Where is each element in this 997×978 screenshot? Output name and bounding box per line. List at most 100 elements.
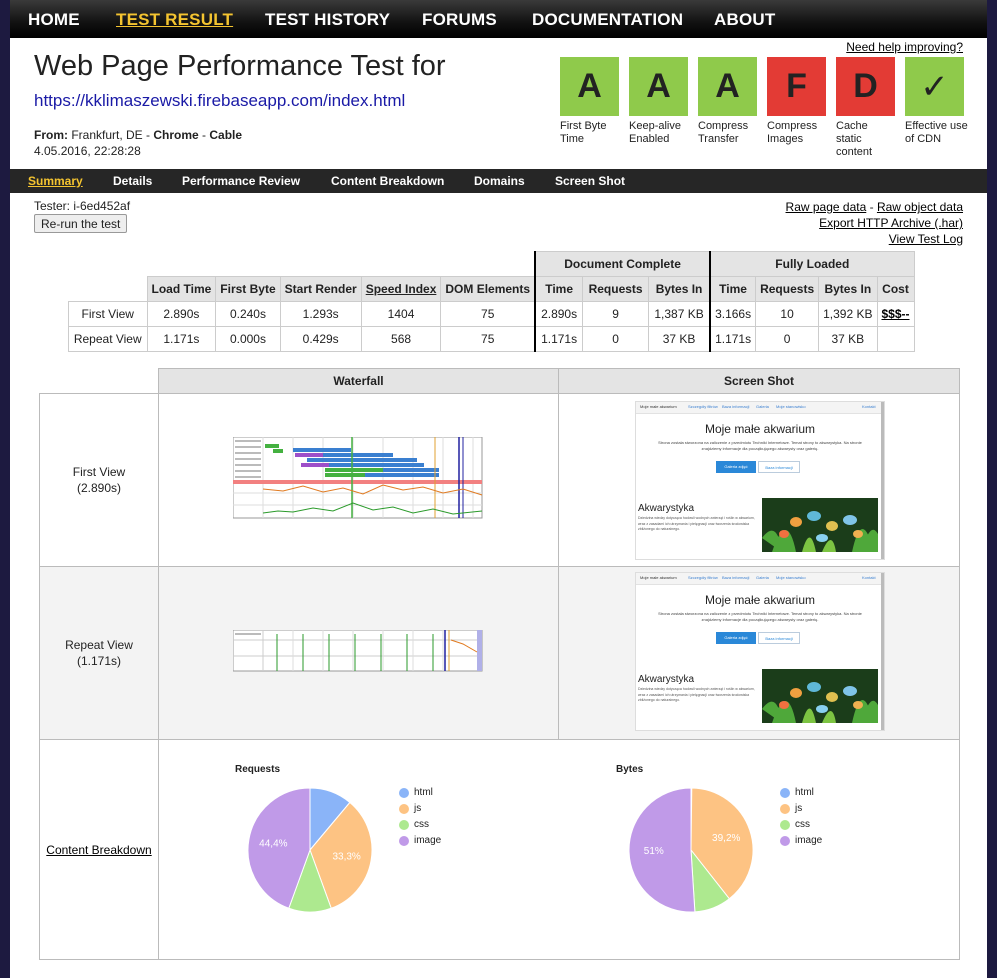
grade-first-byte[interactable]: A (560, 57, 619, 116)
pie-label-image: 44,4% (259, 839, 287, 850)
cell-speed-index: 568 (360, 326, 442, 352)
legend-label: js (795, 803, 803, 814)
grade-compress-images[interactable]: F (767, 57, 826, 116)
legend-swatch (399, 787, 409, 798)
tab-content-breakdown[interactable]: Content Breakdown (331, 174, 444, 188)
grade-label-compress-images: Compress Images (767, 120, 818, 145)
tab-details[interactable]: Details (113, 174, 152, 188)
legend-swatch (399, 835, 409, 846)
legend-swatch (780, 835, 790, 846)
repeat-view-waterfall-image[interactable] (233, 630, 483, 672)
repeat-view-time: (1.171s) (76, 654, 121, 668)
view-test-log-link[interactable]: View Test Log (889, 232, 963, 246)
shot-nav-gallery: Galeria (756, 575, 769, 580)
shot-nav-brand: Moje małe akwarium (640, 404, 677, 409)
nav-forums[interactable]: FORUMS (422, 10, 497, 30)
first-view-screenshot[interactable]: Moje małe akwarium Szczegóły filtrów Baz… (635, 401, 885, 560)
requests-pie-chart[interactable]: 33,3% 44,4% (247, 787, 373, 913)
tester-id: Tester: i-6ed452af (34, 199, 131, 213)
requests-chart-title: Requests (235, 764, 281, 775)
pie-label-js: 33,3% (332, 851, 360, 862)
content-breakdown-link[interactable]: Content Breakdown (46, 842, 151, 858)
col-doc-time: Time (534, 276, 584, 302)
nav-test-history[interactable]: TEST HISTORY (265, 10, 390, 30)
cell-first-byte: 0.000s (215, 326, 281, 352)
legend-label: html (414, 787, 433, 798)
bytes-chart-title: Bytes (616, 764, 644, 775)
tab-performance-review[interactable]: Performance Review (182, 174, 300, 188)
grade-compress-transfer[interactable]: A (698, 57, 757, 116)
cell-dom-elements: 75 (440, 301, 536, 327)
first-view-waterfall-image[interactable] (233, 437, 483, 519)
tab-screen-shot[interactable]: Screen Shot (555, 174, 625, 188)
col-first-byte: First Byte (215, 276, 281, 302)
results-group-spacer (69, 252, 536, 277)
col-full-requests: Requests (755, 276, 820, 302)
col-doc-bytes: Bytes In (648, 276, 711, 302)
cost-link[interactable]: $$$-- (882, 307, 910, 321)
cell-load-time: 1.171s (146, 326, 217, 352)
legend-item-css: css (780, 819, 810, 830)
shot-nav-stand: Moje stanowisko (776, 404, 806, 409)
shot-nav-filters: Szczegóły filtrów (688, 404, 718, 409)
grade-label-cdn: Effective use of CDN (905, 120, 968, 145)
col-cost: Cost (876, 276, 915, 302)
col-start-render: Start Render (279, 276, 362, 302)
grade-keep-alive[interactable]: A (629, 57, 688, 116)
results-corner (69, 277, 148, 302)
first-view-waterfall-cell (158, 393, 559, 567)
nav-home[interactable]: HOME (28, 10, 80, 30)
col-speed-index[interactable]: Speed Index (360, 276, 442, 302)
raw-object-data-link[interactable]: Raw object data (877, 200, 963, 214)
shot-aquarium-image (762, 669, 878, 723)
browser-name: Chrome (153, 128, 199, 142)
shot-section-text: Dziedzina wiedzy dotycząca hodowli wodny… (638, 516, 755, 531)
grade-cdn[interactable]: ✓ (905, 57, 964, 116)
tab-domains[interactable]: Domains (474, 174, 525, 188)
sub-nav: Summary Details Performance Review Conte… (10, 169, 987, 193)
pie-label-image: 51% (644, 846, 664, 857)
raw-page-data-link[interactable]: Raw page data (786, 200, 867, 214)
shot-site-title: Moje małe akwarium (704, 422, 816, 436)
tested-url-link[interactable]: https://kklimaszewski.firebaseapp.com/in… (34, 91, 405, 111)
grade-label-compress-transfer: Compress Transfer (698, 120, 749, 145)
repeat-view-waterfall-cell (158, 566, 559, 740)
nav-documentation[interactable]: DOCUMENTATION (532, 10, 683, 30)
cell-full-bytes: 37 KB (818, 326, 878, 352)
legend-swatch (399, 819, 409, 830)
shot-section-title: Akwarystyka (638, 503, 695, 514)
nav-about[interactable]: ABOUT (714, 10, 775, 30)
bytes-pie-chart[interactable]: 39,2% 51% (628, 787, 754, 913)
legend-item-js: js (399, 803, 421, 814)
from-location: Frankfurt, DE - (68, 128, 154, 142)
shot-btn-primary: Galeria zdjęć (716, 632, 756, 644)
legend-swatch (780, 819, 790, 830)
cell-dom-elements: 75 (440, 326, 536, 352)
row-label-repeat-view: Repeat View (68, 326, 148, 352)
page: HOME TEST RESULT TEST HISTORY FORUMS DOC… (10, 0, 987, 978)
rerun-test-button[interactable]: Re-run the test (34, 214, 128, 233)
content-breakdown-cell: Requests 33,3% 44,4% html js css image Bytes… (158, 739, 960, 960)
from-label: From: (34, 128, 68, 142)
shot-aquarium-image (762, 498, 878, 552)
help-improving-link[interactable]: Need help improving? (846, 40, 963, 54)
export-har-link[interactable]: Export HTTP Archive (.har) (819, 216, 963, 230)
first-view-screenshot-cell: Moje małe akwarium Szczegóły filtrów Baz… (558, 393, 960, 567)
nav-test-result[interactable]: TEST RESULT (116, 10, 233, 30)
repeat-view-text: Repeat View (1.171s) (65, 637, 133, 669)
tab-summary[interactable]: Summary (28, 174, 83, 188)
legend-item-html: html (399, 787, 433, 798)
test-date: 4.05.2016, 22:28:28 (34, 144, 141, 158)
grade-cache-static[interactable]: D (836, 57, 895, 116)
shot-site-title: Moje małe akwarium (704, 593, 816, 607)
cell-speed-index: 1404 (360, 301, 442, 327)
shot-nav-base: Baza informacji (722, 575, 750, 580)
shot-btn-primary: Galeria zdjęć (716, 461, 756, 473)
repeat-view-screenshot[interactable]: Moje małe akwarium Szczegóły filtrów Baz… (635, 572, 885, 731)
legend-label: js (414, 803, 422, 814)
legend-item-image: image (399, 835, 441, 846)
har-line: Export HTTP Archive (.har) (786, 215, 963, 231)
test-location: From: Frankfurt, DE - Chrome - Cable (34, 128, 242, 142)
cell-doc-requests: 9 (582, 301, 650, 327)
cell-start-render: 0.429s (279, 326, 362, 352)
